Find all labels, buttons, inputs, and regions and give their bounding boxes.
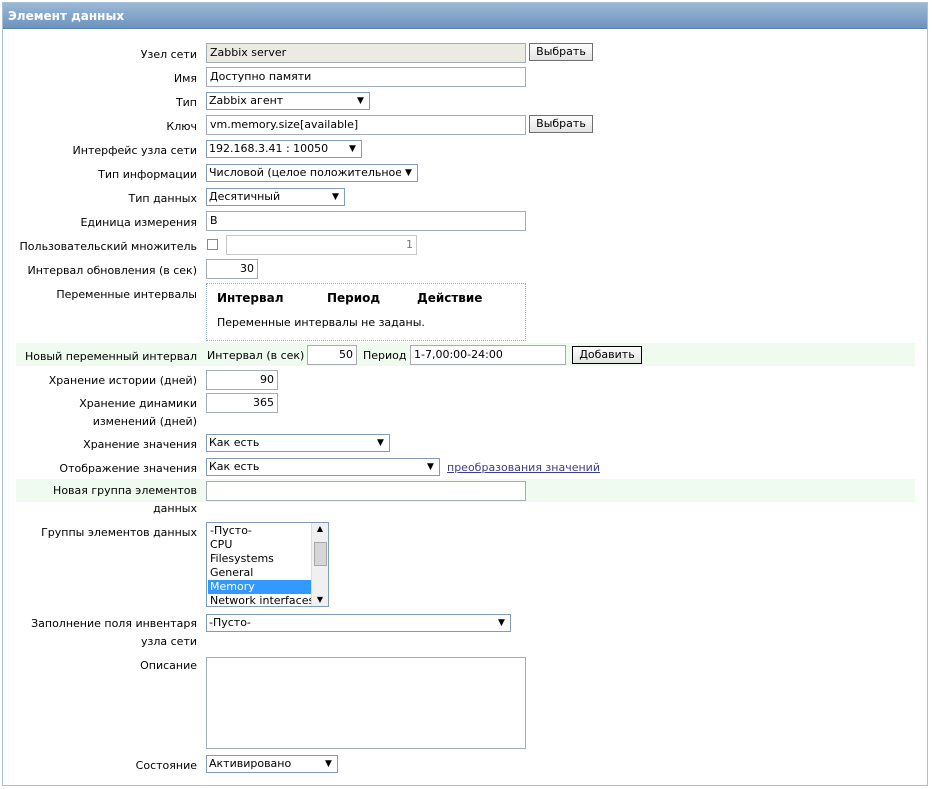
title-bar: Элемент данных xyxy=(3,3,927,29)
new-group-label: Новая группа элементов данных xyxy=(53,482,197,518)
type-label: Тип xyxy=(175,96,197,109)
page-title: Элемент данных xyxy=(8,9,125,23)
new-flex-period-input[interactable]: 1-7,00:00-24:00 xyxy=(410,345,566,365)
column-interval: Интервал xyxy=(217,291,284,305)
inventory-label-line2: узла сети xyxy=(141,635,197,648)
show-value-select-value: Как есть xyxy=(209,460,260,473)
new-flex-interval-label: Интервал (в сек) xyxy=(207,349,305,362)
add-flex-button[interactable]: Добавить xyxy=(572,346,642,364)
status-select[interactable]: Активировано ▼ xyxy=(206,755,338,773)
status-label: Состояние xyxy=(135,759,197,772)
groups-scrollbar[interactable]: ▲ ▼ xyxy=(311,523,328,606)
description-label: Описание xyxy=(140,659,197,672)
new-group-label-line1: Новая группа элементов xyxy=(53,484,197,497)
interface-label: Интерфейс узла сети xyxy=(72,144,197,157)
multiplier-checkbox[interactable] xyxy=(207,239,218,250)
trends-input[interactable]: 365 xyxy=(206,393,278,413)
new-flex-period-label: Период xyxy=(363,349,407,362)
new-group-input[interactable] xyxy=(206,481,526,501)
select-host-button[interactable]: Выбрать xyxy=(529,43,593,61)
groups-option[interactable]: -Пусто- xyxy=(208,524,313,538)
units-input[interactable]: B xyxy=(206,211,526,231)
update-interval-label: Интервал обновления (в сек) xyxy=(27,264,197,277)
column-period: Период xyxy=(327,291,381,305)
inventory-select-value: -Пусто- xyxy=(209,616,251,629)
groups-option[interactable]: Network interfaces xyxy=(208,594,313,606)
groups-listbox[interactable]: -Пусто- CPU Filesystems General Memory N… xyxy=(206,522,329,607)
interface-select[interactable]: 192.168.3.41 : 10050 ▼ xyxy=(206,140,362,158)
inventory-select[interactable]: -Пусто- ▼ xyxy=(206,614,511,632)
type-select-value: Zabbix агент xyxy=(209,94,284,107)
new-group-label-line2: данных xyxy=(153,502,197,515)
groups-label: Группы элементов данных xyxy=(41,526,197,539)
store-value-select-value: Как есть xyxy=(209,436,260,449)
new-flex-label: Новый переменный интервал xyxy=(24,350,197,363)
info-type-label: Тип информации xyxy=(98,168,197,181)
chevron-down-icon: ▼ xyxy=(353,94,368,108)
name-input[interactable]: Доступно памяти xyxy=(206,67,526,87)
flex-intervals-table: Интервал Период Действие Переменные инте… xyxy=(206,283,526,341)
info-type-select[interactable]: Числовой (целое положительное) ▼ xyxy=(206,164,418,182)
value-mappings-link[interactable]: преобразования значений xyxy=(447,461,600,474)
new-flex-interval-input[interactable]: 50 xyxy=(307,345,357,365)
groups-option-selected[interactable]: Memory xyxy=(208,580,313,594)
multiplier-label: Пользовательский множитель xyxy=(19,240,197,253)
chevron-down-icon: ▼ xyxy=(494,616,509,630)
select-key-button[interactable]: Выбрать xyxy=(529,115,593,133)
flex-intervals-empty: Переменные интервалы не заданы. xyxy=(217,316,425,329)
scroll-thumb[interactable] xyxy=(314,542,327,566)
history-label: Хранение истории (дней) xyxy=(48,374,197,387)
data-type-select-value: Десятичный xyxy=(209,190,281,203)
key-label: Ключ xyxy=(166,120,197,133)
status-select-value: Активировано xyxy=(209,757,292,770)
show-value-label: Отображение значения xyxy=(59,462,197,475)
info-type-select-value: Числовой (целое положительное) xyxy=(209,166,407,179)
trends-label-line1: Хранение динамики xyxy=(79,397,197,410)
chevron-down-icon: ▼ xyxy=(373,436,388,450)
chevron-down-icon: ▼ xyxy=(423,460,438,474)
chevron-down-icon: ▼ xyxy=(328,190,343,204)
chevron-down-icon: ▼ xyxy=(401,166,416,180)
type-select[interactable]: Zabbix агент ▼ xyxy=(206,92,370,110)
inventory-label-line1: Заполнение поля инвентаря xyxy=(31,617,197,630)
interface-select-value: 192.168.3.41 : 10050 xyxy=(209,142,329,155)
inventory-label: Заполнение поля инвентаря узла сети xyxy=(31,615,197,651)
store-value-select[interactable]: Как есть ▼ xyxy=(206,434,390,452)
store-value-label: Хранение значения xyxy=(83,438,197,451)
description-textarea[interactable] xyxy=(206,657,526,749)
chevron-down-icon: ▼ xyxy=(321,757,336,771)
groups-option[interactable]: General xyxy=(208,566,313,580)
host-field: Zabbix server xyxy=(206,43,526,63)
column-action: Действие xyxy=(417,291,483,305)
data-type-select[interactable]: Десятичный ▼ xyxy=(206,188,345,206)
units-label: Единица измерения xyxy=(80,216,197,229)
scroll-up-icon[interactable]: ▲ xyxy=(312,523,328,535)
chevron-down-icon: ▼ xyxy=(345,142,360,156)
show-value-select[interactable]: Как есть ▼ xyxy=(206,458,440,476)
multiplier-input[interactable]: 1 xyxy=(226,235,417,255)
scroll-down-icon[interactable]: ▼ xyxy=(312,594,328,606)
flex-intervals-label: Переменные интервалы xyxy=(56,288,197,301)
host-label: Узел сети xyxy=(140,48,197,61)
data-type-label: Тип данных xyxy=(128,192,197,205)
update-interval-input[interactable]: 30 xyxy=(206,259,258,279)
trends-label-line2: изменений (дней) xyxy=(92,415,197,428)
trends-label: Хранение динамики изменений (дней) xyxy=(79,395,197,431)
name-label: Имя xyxy=(173,72,197,85)
key-input[interactable]: vm.memory.size[available] xyxy=(206,115,526,135)
history-input[interactable]: 90 xyxy=(206,370,278,390)
groups-option[interactable]: CPU xyxy=(208,538,313,552)
groups-option[interactable]: Filesystems xyxy=(208,552,313,566)
